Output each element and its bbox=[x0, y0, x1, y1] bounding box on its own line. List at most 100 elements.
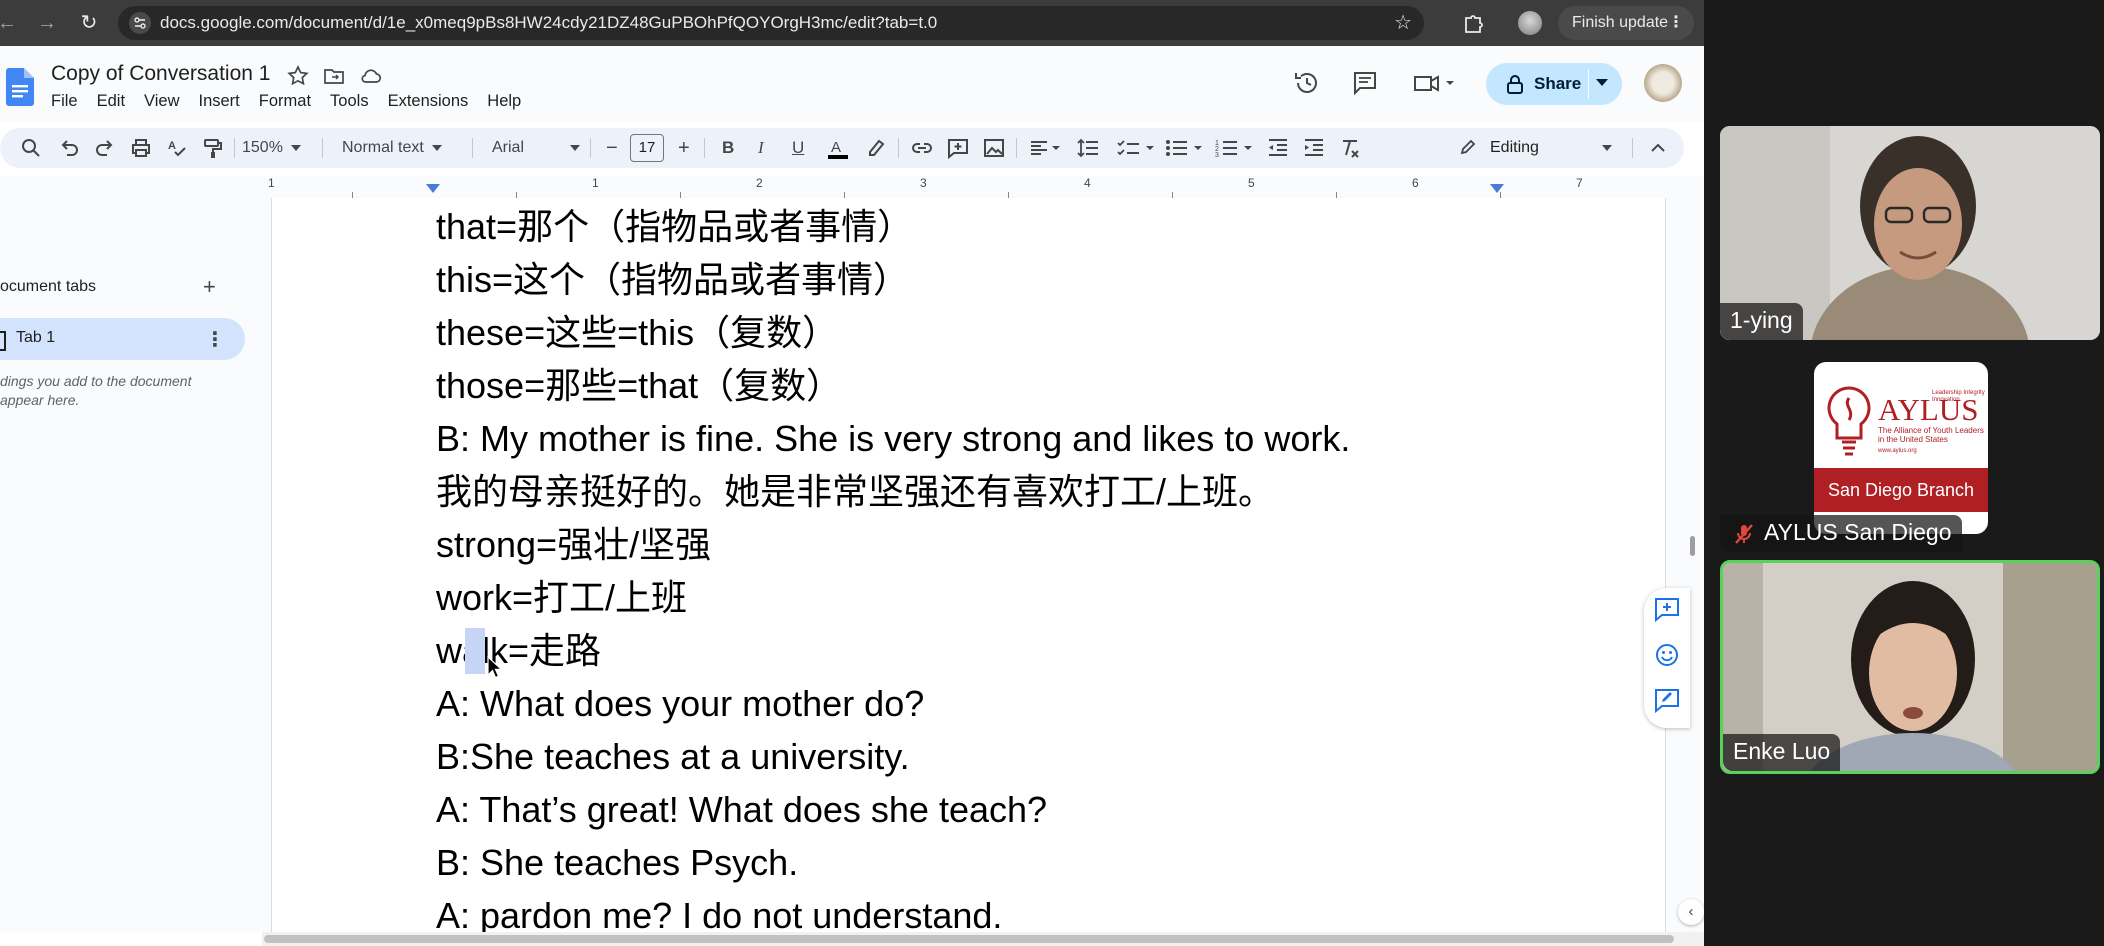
more-vert-icon[interactable]: ⋮ bbox=[205, 327, 225, 352]
add-comment-icon[interactable] bbox=[946, 136, 970, 160]
insert-link-icon[interactable] bbox=[910, 136, 934, 160]
clear-formatting-icon[interactable] bbox=[1338, 136, 1362, 160]
paragraph-style-select[interactable]: Normal text bbox=[342, 136, 442, 160]
share-button[interactable]: Share bbox=[1486, 63, 1622, 105]
docs-logo-icon[interactable] bbox=[6, 68, 34, 106]
document-line[interactable]: these=这些=this（复数） bbox=[436, 306, 1636, 359]
menu-edit[interactable]: Edit bbox=[97, 92, 125, 111]
italic-icon[interactable]: I bbox=[758, 136, 764, 160]
bulleted-list-icon[interactable] bbox=[1164, 136, 1204, 160]
emoji-reaction-icon[interactable] bbox=[1652, 640, 1682, 670]
document-line[interactable]: walk=走路 bbox=[436, 624, 1636, 677]
underline-icon[interactable]: U bbox=[792, 136, 804, 160]
increase-font-size-icon[interactable]: + bbox=[678, 136, 690, 160]
menu-file[interactable]: File bbox=[51, 92, 78, 111]
document-line[interactable]: that=那个（指物品或者事情） bbox=[436, 200, 1636, 253]
tab-item-tab-1[interactable]: Tab 1 ⋮ bbox=[0, 318, 245, 360]
share-label: Share bbox=[1534, 74, 1582, 93]
url-text[interactable]: docs.google.com/document/d/1e_x0meq9pBs8… bbox=[160, 13, 937, 33]
finish-update-button[interactable]: Finish update ⋮ bbox=[1558, 6, 1694, 40]
print-icon[interactable] bbox=[130, 136, 152, 160]
text-color-icon[interactable]: A bbox=[826, 136, 850, 160]
menu-help[interactable]: Help bbox=[487, 92, 521, 111]
ruler-number: 4 bbox=[1084, 176, 1091, 190]
document-line[interactable]: B: She teaches Psych. bbox=[436, 836, 1636, 889]
horizontal-scrollbar-thumb[interactable] bbox=[264, 935, 1674, 943]
pencil-icon bbox=[1460, 139, 1476, 155]
toolbar-divider bbox=[472, 138, 473, 158]
document-line[interactable]: this=这个（指物品或者事情） bbox=[436, 253, 1636, 306]
participant-tile-aylus-san-diego[interactable]: AYLUS Leadership Integrity Innovation Th… bbox=[1720, 350, 2100, 564]
menu-tools[interactable]: Tools bbox=[330, 92, 369, 111]
ruler[interactable]: 1 1 2 3 4 5 6 7 bbox=[0, 176, 1704, 199]
increase-indent-icon[interactable] bbox=[1302, 136, 1326, 160]
document-tabs-heading: ocument tabs bbox=[0, 278, 97, 295]
menu-extensions[interactable]: Extensions bbox=[388, 92, 469, 111]
spellcheck-icon[interactable]: A bbox=[166, 136, 188, 160]
address-bar[interactable]: docs.google.com/document/d/1e_x0meq9pBs8… bbox=[118, 6, 1424, 40]
participant-tile-enke-luo-active-speaker[interactable]: Enke Luo bbox=[1720, 560, 2100, 774]
document-line[interactable]: those=那些=that（复数） bbox=[436, 359, 1636, 412]
numbered-list-icon[interactable]: 123 bbox=[1214, 136, 1254, 160]
chevron-left-icon[interactable]: ‹ bbox=[1678, 899, 1704, 925]
redo-icon[interactable] bbox=[94, 136, 116, 160]
decrease-indent-icon[interactable] bbox=[1266, 136, 1290, 160]
browser-profile-avatar[interactable] bbox=[1518, 11, 1542, 35]
horizontal-scrollbar[interactable] bbox=[262, 932, 1704, 946]
insert-image-icon[interactable] bbox=[982, 136, 1006, 160]
menu-insert[interactable]: Insert bbox=[199, 92, 240, 111]
left-indent-marker[interactable] bbox=[426, 184, 440, 193]
forward-arrow-icon[interactable]: → bbox=[34, 10, 60, 36]
zoom-select[interactable]: 150% bbox=[242, 136, 301, 160]
add-comment-icon[interactable] bbox=[1652, 594, 1682, 624]
document-line[interactable]: work=打工/上班 bbox=[436, 571, 1636, 624]
checklist-icon[interactable] bbox=[1116, 136, 1156, 160]
document-title[interactable]: Copy of Conversation 1 bbox=[51, 62, 270, 86]
font-size-input[interactable]: 17 bbox=[630, 134, 664, 162]
share-main-button[interactable]: Share bbox=[1486, 63, 1586, 105]
extensions-icon[interactable] bbox=[1460, 10, 1486, 36]
document-line[interactable]: B: My mother is fine. She is very strong… bbox=[436, 412, 1636, 465]
document-body[interactable]: that=那个（指物品或者事情） this=这个（指物品或者事情） these=… bbox=[436, 200, 1636, 942]
suggest-edits-icon[interactable] bbox=[1652, 685, 1682, 715]
document-line[interactable]: A: What does your mother do? bbox=[436, 677, 1636, 730]
star-icon[interactable] bbox=[286, 64, 310, 88]
hide-menus-chevron-up-icon[interactable] bbox=[1648, 136, 1668, 160]
site-info-icon[interactable] bbox=[128, 11, 152, 35]
document-page[interactable]: that=那个（指物品或者事情） this=这个（指物品或者事情） these=… bbox=[271, 198, 1666, 936]
meet-camera-icon[interactable] bbox=[1412, 68, 1456, 98]
back-arrow-icon[interactable]: ← bbox=[0, 10, 20, 36]
document-line[interactable]: strong=强壮/坚强 bbox=[436, 518, 1636, 571]
highlight-color-icon[interactable] bbox=[864, 136, 888, 160]
share-divider bbox=[1588, 69, 1589, 99]
editing-mode-select[interactable]: Editing bbox=[1460, 134, 1630, 162]
decrease-font-size-icon[interactable]: − bbox=[606, 136, 618, 160]
reload-icon[interactable]: ↻ bbox=[76, 10, 102, 36]
paint-format-icon[interactable] bbox=[202, 136, 224, 160]
right-indent-marker[interactable] bbox=[1490, 184, 1504, 193]
more-vert-icon: ⋮ bbox=[1668, 14, 1684, 31]
participant-tile-1-ying[interactable]: 1-ying bbox=[1720, 126, 2100, 340]
bookmark-star-icon[interactable]: ☆ bbox=[1394, 10, 1412, 35]
document-line[interactable]: 我的母亲挺好的。她是非常坚强还有喜欢打工/上班。 bbox=[436, 465, 1636, 518]
chevron-down-icon[interactable] bbox=[1596, 79, 1608, 86]
participant-name: 1-ying bbox=[1720, 303, 1803, 340]
svg-text:A: A bbox=[831, 139, 841, 156]
version-history-icon[interactable] bbox=[1292, 68, 1322, 98]
vertical-scrollbar-thumb[interactable] bbox=[1690, 536, 1695, 556]
comments-icon[interactable] bbox=[1350, 68, 1380, 98]
account-avatar[interactable] bbox=[1644, 64, 1682, 102]
undo-icon[interactable] bbox=[58, 136, 80, 160]
document-line[interactable]: A: That’s great! What does she teach? bbox=[436, 783, 1636, 836]
line-spacing-icon[interactable] bbox=[1076, 136, 1100, 160]
document-line[interactable]: B:She teaches at a university. bbox=[436, 730, 1636, 783]
add-tab-icon[interactable]: + bbox=[203, 276, 216, 298]
menu-format[interactable]: Format bbox=[259, 92, 311, 111]
font-family-select[interactable]: Arial bbox=[492, 136, 581, 160]
menu-view[interactable]: View bbox=[144, 92, 179, 111]
search-menus-icon[interactable] bbox=[20, 136, 42, 160]
move-folder-icon[interactable] bbox=[322, 64, 346, 88]
align-left-icon[interactable] bbox=[1028, 136, 1062, 160]
bold-icon[interactable]: B bbox=[722, 136, 734, 160]
cloud-saved-icon[interactable] bbox=[358, 64, 382, 88]
